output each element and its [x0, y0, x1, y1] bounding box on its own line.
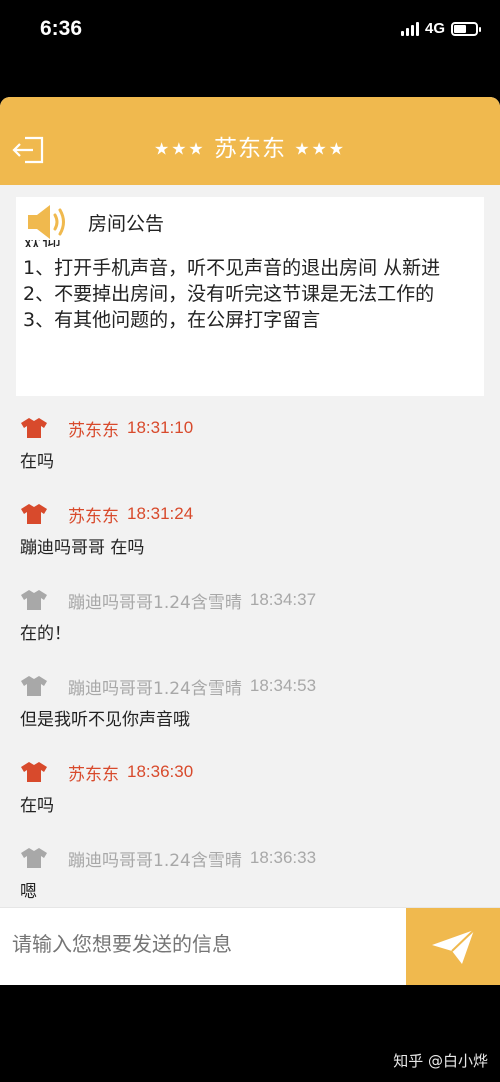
- message-time: 18:34:53: [249, 676, 317, 695]
- page-title: ★★★ 苏东东 ★★★: [154, 129, 346, 163]
- message-text: 在的！: [20, 624, 71, 644]
- shirt-icon: [21, 504, 47, 524]
- watermark-text: 知乎 @白小烨: [393, 1052, 488, 1070]
- send-icon: [432, 929, 475, 964]
- title-stars-right: ★★★: [294, 139, 347, 160]
- status-time: 6:36: [40, 17, 83, 40]
- message-text: 在吗: [20, 452, 54, 472]
- title-stars-left: ★★★: [153, 139, 206, 160]
- room-notice: 房间公告 欢迎 1、打开手机声音，听不见声音的退出房间 从新进 2、不要掉出房间…: [16, 197, 484, 396]
- chat-message: 苏东东 18:36:30 在吗: [0, 751, 500, 837]
- chat-room: ★★★ 苏东东 ★★★ 房间公告 欢迎 1、打开手机声音，听不见声音的退出房间 …: [0, 97, 500, 985]
- chat-message: 苏东东 18:31:10 在吗: [0, 407, 500, 493]
- signal-icon: [400, 21, 419, 36]
- status-indicators: 4G: [400, 20, 481, 37]
- message-text: 蹦迪吗哥哥 在吗: [20, 538, 145, 558]
- sender-name: 蹦迪吗哥哥1.24含雪晴: [68, 850, 242, 871]
- chat-message: 苏东东 18:31:24 蹦迪吗哥哥 在吗: [0, 493, 500, 579]
- chat-message: 蹦迪吗哥哥1.24含雪晴 18:34:37 在的！: [0, 579, 500, 665]
- exit-icon[interactable]: [11, 135, 45, 165]
- message-time: 18:34:37: [249, 590, 317, 609]
- status-bar: 6:36 4G: [0, 0, 500, 62]
- speaker-icon: [28, 205, 65, 239]
- network-label: 4G: [424, 20, 445, 37]
- notice-line: 3、有其他问题的，在公屏打字留言: [23, 309, 321, 331]
- shirt-icon: [21, 762, 47, 782]
- message-list[interactable]: 苏东东 18:31:10 在吗 苏东东 18:31:24 蹦迪吗哥哥 在吗 蹦迪…: [0, 407, 500, 923]
- sender-name: 苏东东: [68, 764, 119, 785]
- shirt-icon: [21, 418, 47, 438]
- room-name: 苏东东: [214, 136, 286, 162]
- notice-header: 房间公告: [16, 197, 484, 247]
- shirt-icon: [21, 848, 47, 868]
- battery-icon: [451, 21, 481, 36]
- message-time: 18:36:33: [249, 848, 317, 867]
- sender-name: 蹦迪吗哥哥1.24含雪晴: [68, 678, 242, 699]
- message-text: 嗯: [20, 882, 37, 902]
- header-bar: ★★★ 苏东东 ★★★: [0, 97, 500, 185]
- composer: [0, 907, 500, 985]
- message-text: 在吗: [20, 796, 54, 816]
- shirt-icon: [21, 676, 47, 696]
- message-text: 但是我听不见你声音哦: [20, 710, 190, 730]
- sender-name: 蹦迪吗哥哥1.24含雪晴: [68, 592, 242, 613]
- chat-message: 蹦迪吗哥哥1.24含雪晴 18:34:53 但是我听不见你声音哦: [0, 665, 500, 751]
- shirt-icon: [21, 590, 47, 610]
- notice-label: 房间公告: [88, 212, 165, 235]
- send-button[interactable]: [406, 908, 500, 985]
- notice-truncated-line: 欢迎: [23, 240, 61, 247]
- sender-name: 苏东东: [68, 420, 119, 441]
- message-time: 18:31:10: [127, 418, 194, 437]
- sender-name: 苏东东: [68, 506, 119, 527]
- message-time: 18:36:30: [127, 762, 194, 781]
- notice-line: 1、打开手机声音，听不见声音的退出房间 从新进: [23, 257, 441, 279]
- notice-line: 2、不要掉出房间，没有听完这节课是无法工作的: [23, 283, 435, 305]
- message-time: 18:31:24: [127, 504, 194, 523]
- message-input[interactable]: [12, 932, 392, 956]
- notice-body[interactable]: 1、打开手机声音，听不见声音的退出房间 从新进 2、不要掉出房间，没有听完这节课…: [23, 255, 479, 333]
